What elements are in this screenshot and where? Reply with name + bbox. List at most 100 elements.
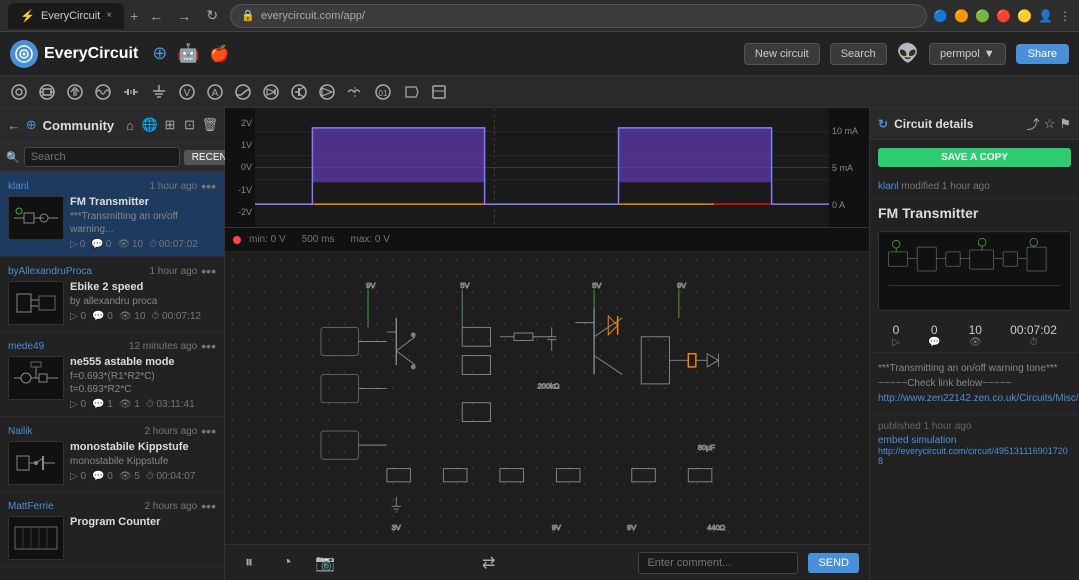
author-name-1: klanl	[8, 181, 29, 192]
trash-nav-button[interactable]: 🗑	[201, 114, 218, 136]
more-btn-2[interactable]: •••	[201, 263, 216, 279]
list-item[interactable]: Nailik 2 hours ago •••	[0, 417, 224, 492]
tool-switch[interactable]	[230, 79, 256, 105]
camera-button[interactable]: 📷	[311, 549, 339, 577]
extension-icon-1[interactable]: 🔵	[933, 9, 948, 23]
bottom-bar: ⏸ ◔ 📷 ⇄ SEND	[225, 544, 869, 580]
tool-output[interactable]	[398, 79, 424, 105]
circuit-thumb-3	[8, 356, 64, 400]
tool-transformer[interactable]	[342, 79, 368, 105]
tool-opamp[interactable]	[314, 79, 340, 105]
circuit-desc-4: monostabile Kippstufe	[70, 455, 216, 468]
address-text: everycircuit.com/app/	[261, 10, 365, 22]
right-panel-title: ↻ Circuit details	[878, 117, 973, 131]
tool-ammeter[interactable]: A	[202, 79, 228, 105]
bookmark-nav-button[interactable]: ⊡	[182, 114, 198, 136]
detail-stat-runs: 0 ▷	[892, 323, 900, 348]
apple-icon: 🍎	[210, 44, 230, 64]
stat-runs-4: ▷ 0	[70, 471, 86, 482]
extension-icon-5[interactable]: 🟡	[1017, 9, 1032, 23]
address-bar[interactable]: 🔒 everycircuit.com/app/	[230, 4, 927, 28]
more-btn-1[interactable]: •••	[201, 178, 216, 194]
svg-text:9V: 9V	[552, 523, 561, 532]
send-button[interactable]: SEND	[808, 553, 859, 573]
scope-label-neg1v: -1V	[238, 185, 252, 195]
flag-action-button[interactable]: ⚑	[1059, 114, 1071, 133]
scope-x-label: 500 ms	[302, 234, 335, 245]
tool-inductor[interactable]	[90, 79, 116, 105]
tab-close-btn[interactable]: ×	[106, 10, 112, 21]
scope-chart[interactable]	[255, 108, 829, 227]
swap-button[interactable]: ⇄	[475, 549, 503, 577]
home-nav-button[interactable]: ⌂	[122, 114, 138, 136]
circuit-author-2: byAllexandruProca 1 hour ago •••	[8, 263, 216, 279]
svg-text:5V: 5V	[460, 281, 469, 290]
list-item[interactable]: MattFerrie 2 hours ago •••	[0, 492, 224, 567]
circuit-svg: 9V 5V 5V 9V	[225, 252, 869, 544]
new-tab-button[interactable]: +	[130, 8, 138, 24]
tool-wire[interactable]	[6, 79, 32, 105]
menu-icon[interactable]: ⋮	[1059, 9, 1071, 23]
circuit-stats-1: ▷ 0 💬 0 👁 10 ⏱ 00:07:02	[70, 239, 216, 250]
bookmark-action-button[interactable]: ☆	[1044, 114, 1056, 133]
tab-title: EveryCircuit	[41, 10, 100, 22]
circuit-row-4: monostabile Kippstufe monostabile Kippst…	[8, 441, 216, 485]
tool-capacitor[interactable]	[62, 79, 88, 105]
comment-input[interactable]	[638, 552, 798, 574]
circuit-desc-3: f=0.693*(R1*R2*C) t=0.693*R2*C	[70, 370, 216, 396]
extension-icon-4[interactable]: 🔴	[996, 9, 1011, 23]
user-menu-button[interactable]: permpol ▼	[929, 43, 1006, 65]
profile-icon[interactable]: 👤	[1038, 9, 1053, 23]
circuit-canvas[interactable]: 9V 5V 5V 9V	[225, 252, 869, 544]
globe-nav-button[interactable]: 🌐	[142, 114, 158, 136]
tool-logic[interactable]: 01	[370, 79, 396, 105]
share-button[interactable]: Share	[1016, 44, 1069, 64]
list-item[interactable]: mede49 12 minutes ago •••	[0, 332, 224, 417]
detail-stat-time: 00:07:02 ⏱	[1010, 323, 1057, 348]
back-nav-button[interactable]: ←	[6, 114, 22, 136]
tool-custom[interactable]	[426, 79, 452, 105]
list-item[interactable]: byAllexandruProca 1 hour ago •••	[0, 257, 224, 332]
tool-ground[interactable]	[146, 79, 172, 105]
more-btn-5[interactable]: •••	[201, 498, 216, 514]
circuit-list: klanl 1 hour ago •••	[0, 172, 224, 580]
tool-diode[interactable]	[258, 79, 284, 105]
chrome-icon: ⊕	[152, 43, 167, 64]
more-btn-4[interactable]: •••	[201, 423, 216, 439]
views-icon: 👁	[969, 337, 982, 348]
save-copy-button[interactable]: SAVE A COPY	[878, 148, 1071, 167]
runs-icon: ▷	[892, 337, 900, 348]
preview-svg	[879, 232, 1070, 310]
right-panel: ↻ Circuit details ⤴ ☆ ⚑ SAVE A COPY klan…	[869, 108, 1079, 580]
extension-icon-3[interactable]: 🟢	[975, 9, 990, 23]
pause-button[interactable]: ⏸	[235, 549, 263, 577]
tool-transistor[interactable]	[286, 79, 312, 105]
timer-button[interactable]: ◔	[273, 549, 301, 577]
detail-link[interactable]: http://www.zen22142.zen.co.uk/Circuits/M…	[878, 393, 1079, 404]
new-circuit-button[interactable]: New circuit	[744, 43, 820, 65]
stat-comments-4: 💬 0	[92, 471, 113, 482]
forward-button[interactable]: →	[172, 4, 196, 28]
circuit-author-1: klanl 1 hour ago •••	[8, 178, 216, 194]
stat-comments-2: 💬 0	[92, 311, 113, 322]
community-label: Community	[43, 118, 115, 133]
more-btn-3[interactable]: •••	[201, 338, 216, 354]
reload-button[interactable]: ↻	[200, 4, 224, 28]
detail-stat-views: 10 👁	[969, 323, 982, 348]
extension-icon-2[interactable]: 🟠	[954, 9, 969, 23]
author-time-3: 12 minutes ago	[129, 341, 197, 352]
author-time-1: 1 hour ago	[149, 181, 197, 192]
search-button[interactable]: Search	[830, 43, 887, 65]
tool-battery[interactable]	[118, 79, 144, 105]
scope-svg	[255, 108, 829, 227]
grid-nav-button[interactable]: ⊞	[162, 114, 178, 136]
scope-area: 2V 1V 0V -1V -2V	[225, 108, 869, 228]
back-button[interactable]: ←	[144, 4, 168, 28]
tool-resistor[interactable]	[34, 79, 60, 105]
search-input[interactable]	[24, 147, 180, 167]
share-action-button[interactable]: ⤴	[1027, 114, 1040, 133]
list-item[interactable]: klanl 1 hour ago •••	[0, 172, 224, 257]
browser-tab-active[interactable]: ⚡ EveryCircuit ×	[8, 3, 124, 29]
tool-voltage[interactable]: V	[174, 79, 200, 105]
circuit-author-4: Nailik 2 hours ago •••	[8, 423, 216, 439]
